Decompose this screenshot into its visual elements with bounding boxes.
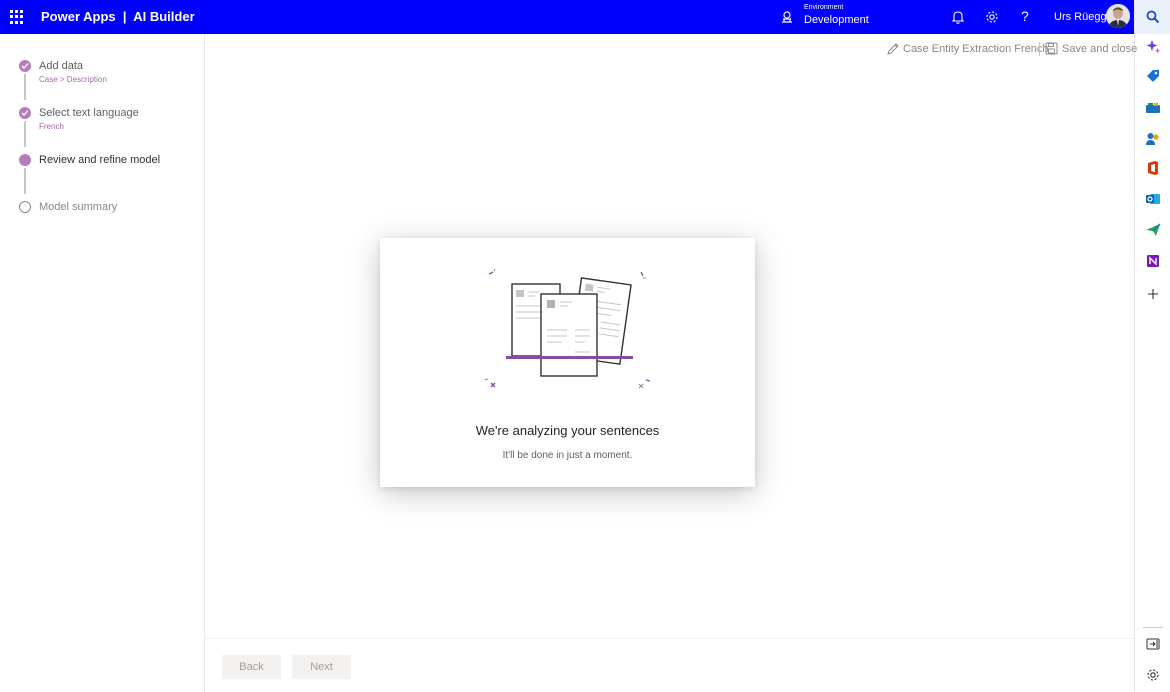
analyzing-title: We're analyzing your sentences xyxy=(475,423,660,438)
top-bar: Power Apps | AI Builder Environment Deve… xyxy=(0,0,1134,34)
step-title: Add data xyxy=(39,60,84,72)
help-icon[interactable]: ? xyxy=(1021,8,1029,24)
outlook-icon[interactable] xyxy=(1145,191,1161,207)
step-connector xyxy=(24,121,26,147)
back-button[interactable]: Back xyxy=(222,655,281,679)
pencil-icon[interactable] xyxy=(886,42,900,56)
tag-icon[interactable] xyxy=(1145,68,1161,84)
user-name[interactable]: Urs Rüegg xyxy=(1054,11,1107,23)
bell-icon[interactable] xyxy=(950,9,966,25)
step-complete-check-icon xyxy=(19,60,31,72)
step-title: Select text language xyxy=(39,107,139,119)
office-icon[interactable] xyxy=(1145,160,1161,176)
environment-icon[interactable] xyxy=(780,10,794,24)
step-subtitle: French xyxy=(39,122,64,131)
step-subtitle: Case > Description xyxy=(39,75,107,84)
step-title: Model summary xyxy=(39,201,118,213)
analyzing-subtitle: It'll be done in just a moment. xyxy=(502,450,633,461)
people-icon[interactable] xyxy=(1145,130,1161,146)
step-current-dot-icon xyxy=(19,154,31,166)
next-button[interactable]: Next xyxy=(292,655,351,679)
teams-icon[interactable] xyxy=(1145,100,1161,116)
step-complete-check-icon xyxy=(19,107,31,119)
app-title[interactable]: Power Apps | AI Builder xyxy=(41,9,195,24)
documents-analyzing-illustration xyxy=(484,268,651,389)
onenote-icon[interactable] xyxy=(1145,253,1161,269)
step-pending-circle-icon xyxy=(19,201,31,213)
wizard-footer: Back Next xyxy=(205,638,1134,692)
right-rail xyxy=(1134,0,1170,692)
send-icon[interactable] xyxy=(1145,222,1161,238)
model-name[interactable]: Case Entity Extraction French xyxy=(903,43,1049,55)
copilot-icon[interactable] xyxy=(1145,38,1161,54)
gear-icon[interactable] xyxy=(984,9,1000,25)
rail-search-button[interactable] xyxy=(1135,0,1170,34)
collapse-icon[interactable] xyxy=(1145,636,1161,652)
save-and-close-button[interactable]: Save and close xyxy=(1062,43,1137,55)
search-icon xyxy=(1146,10,1160,24)
avatar[interactable] xyxy=(1106,4,1130,28)
step-title: Review and refine model xyxy=(39,154,161,166)
step-connector xyxy=(24,168,26,194)
environment-value[interactable]: Development xyxy=(804,14,869,26)
settings-icon[interactable] xyxy=(1145,667,1161,683)
environment-label: Environment xyxy=(804,4,844,11)
rail-divider xyxy=(1143,627,1163,628)
analyzing-dialog: We're analyzing your sentences It'll be … xyxy=(380,238,755,487)
header-divider xyxy=(1039,42,1040,56)
step-connector xyxy=(24,74,26,100)
waffle-icon[interactable] xyxy=(10,10,24,24)
wizard-steps-panel: Add data Case > Description Select text … xyxy=(0,34,205,692)
add-icon[interactable] xyxy=(1145,286,1161,302)
save-icon[interactable] xyxy=(1045,42,1058,55)
